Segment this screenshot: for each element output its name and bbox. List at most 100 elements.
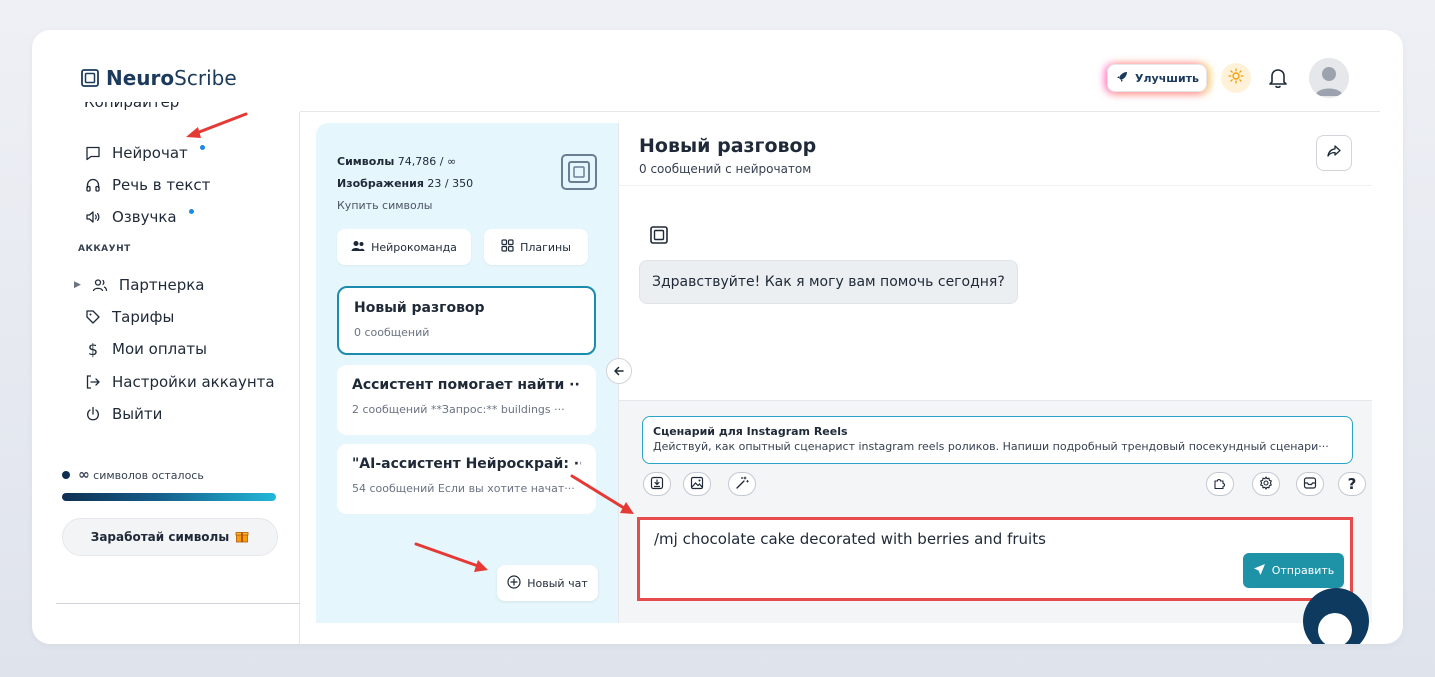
sidebar-item-label: Речь в текст (112, 176, 211, 194)
send-label: Отправить (1271, 564, 1335, 577)
symbols-remaining: ∞ символов осталось (62, 467, 204, 483)
sidebar-item-speech-to-text[interactable]: Речь в текст (84, 176, 210, 194)
upgrade-label: Улучшить (1135, 71, 1199, 85)
buy-symbols-link[interactable]: Купить символы (337, 195, 473, 217)
plugin-button[interactable] (1206, 472, 1234, 496)
symbols-remaining-value: ∞ (78, 467, 90, 483)
rocket-icon (1115, 70, 1129, 87)
sidebar-item-voiceover[interactable]: Озвучка (84, 208, 194, 226)
download-box-icon (650, 475, 664, 494)
upgrade-button[interactable]: Улучшить (1107, 64, 1207, 92)
chat-icon (84, 144, 102, 162)
sidebar-item-label: Нейрочат (112, 144, 188, 162)
top-header: NeuroScribe Улучшить (32, 30, 1403, 112)
new-chat-button[interactable]: Новый чат (497, 565, 598, 601)
chat-list-item[interactable]: Ассистент помогает найти ··· 2 сообщений… (337, 365, 596, 435)
sidebar-item-partners[interactable]: ▶ Партнерка (74, 276, 204, 294)
theme-toggle-button[interactable] (1221, 63, 1251, 93)
sidebar: Копирайтер Нейрочат Речь в текст Озвучка… (32, 102, 300, 644)
speaker-icon (84, 208, 102, 226)
message-input-text[interactable]: /mj chocolate cake decorated with berrie… (654, 530, 1046, 548)
notifications-button[interactable] (1267, 66, 1289, 94)
tag-icon (84, 308, 102, 326)
sidebar-item-tariffs[interactable]: Тарифы (84, 308, 174, 326)
sidebar-item-cutoff[interactable]: Копирайтер (84, 102, 204, 116)
sidebar-item-label: Партнерка (118, 276, 205, 294)
sidebar-item-label: Мои оплаты (112, 340, 207, 358)
magic-wand-button[interactable] (728, 472, 756, 496)
sidebar-item-neurochat[interactable]: Нейрочат (84, 144, 205, 162)
sidebar-divider (56, 603, 300, 604)
share-icon (1326, 143, 1342, 163)
send-icon (1253, 563, 1266, 579)
sidebar-item-label: Озвучка (112, 208, 177, 226)
assistant-message: Здравствуйте! Как я могу вам помочь сего… (639, 260, 1018, 304)
grid-icon (501, 239, 514, 255)
inbox-icon (1303, 475, 1317, 494)
send-button[interactable]: Отправить (1243, 553, 1344, 588)
header-divider (300, 111, 1380, 112)
conversation-title: Новый разговор (639, 135, 817, 157)
plugins-button[interactable]: Плагины (484, 229, 588, 265)
share-button[interactable] (1316, 135, 1352, 171)
user-avatar[interactable] (1309, 58, 1349, 98)
team-icon (351, 240, 365, 255)
headphones-icon (84, 176, 102, 194)
login-icon (84, 373, 102, 391)
chat-title: "AI-ассистент Нейроскрай: ··· (352, 456, 581, 472)
bell-icon (1267, 69, 1289, 94)
sidebar-item-label: Тарифы (112, 308, 175, 326)
message-composer: Сценарий для Instagram Reels Действуй, к… (619, 400, 1372, 623)
new-dot (199, 144, 205, 150)
users-icon (91, 276, 109, 294)
brand-logo-icon (560, 153, 598, 195)
chat-subtitle: 0 сообщений (354, 326, 430, 339)
help-button[interactable]: ? (1338, 472, 1366, 496)
chat-list-item[interactable]: "AI-ассистент Нейроскрай: ··· 54 сообщен… (337, 444, 596, 514)
logo-text: Scribe (174, 66, 237, 90)
upload-button[interactable] (643, 472, 671, 496)
template-button[interactable] (1296, 472, 1324, 496)
image-button[interactable] (683, 472, 711, 496)
magic-wand-icon (735, 475, 749, 494)
chat-subtitle: 2 сообщений **Запрос:** buildings ··· (352, 403, 565, 416)
symbols-value: 74,786 / ∞ (397, 155, 457, 168)
conversation-subtitle: 0 сообщений с нейрочатом (639, 162, 812, 176)
gift-icon (235, 529, 249, 546)
symbols-remaining-label: символов осталось (93, 469, 204, 482)
logo-text-bold: Neuro (106, 66, 175, 90)
chat-subtitle: 54 сообщений Если вы хотите начат··· (352, 482, 575, 495)
chat-list-item[interactable]: Новый разговор 0 сообщений (337, 286, 596, 355)
app-logo[interactable]: NeuroScribe (80, 66, 237, 90)
arrow-left-icon (613, 362, 625, 381)
earn-symbols-label: Заработай символы (90, 530, 230, 544)
logo-icon (80, 68, 100, 88)
sidebar-item-logout[interactable]: Выйти (84, 405, 162, 423)
conversation-header-divider (619, 185, 1372, 186)
sidebar-item-label: Настройки аккаунта (112, 373, 275, 391)
support-chat-icon (1318, 613, 1352, 644)
bot-avatar-icon (649, 225, 669, 249)
images-value: 23 / 350 (427, 177, 474, 190)
gear-icon (1259, 475, 1273, 494)
collapse-panel-button[interactable] (606, 358, 632, 384)
sidebar-item-payments[interactable]: $ Мои оплаты (84, 340, 207, 359)
neuro-team-button[interactable]: Нейрокоманда (337, 229, 471, 265)
plus-circle-icon (507, 574, 521, 592)
settings-button[interactable] (1252, 472, 1280, 496)
caret-right-icon: ▶ (74, 280, 81, 290)
symbols-label: Символы (337, 155, 395, 168)
conversation-panel: Новый разговор 0 сообщений с нейрочатом … (618, 123, 1372, 644)
app-window: NeuroScribe Улучшить Копирайтер Нейрочат… (32, 30, 1403, 644)
prompt-suggestion-card[interactable]: Сценарий для Instagram Reels Действуй, к… (642, 416, 1353, 464)
power-icon (84, 405, 102, 423)
image-icon (690, 475, 704, 494)
chat-title: Новый разговор (354, 300, 485, 316)
puzzle-icon (1213, 475, 1227, 494)
images-label: Изображения (337, 177, 424, 190)
sidebar-item-account-settings[interactable]: Настройки аккаунта (84, 373, 275, 391)
chat-title: Ассистент помогает найти ··· (352, 377, 581, 393)
symbols-progress-bar (62, 493, 276, 501)
message-input[interactable]: /mj chocolate cake decorated with berrie… (637, 517, 1353, 601)
earn-symbols-button[interactable]: Заработай символы (62, 518, 278, 556)
